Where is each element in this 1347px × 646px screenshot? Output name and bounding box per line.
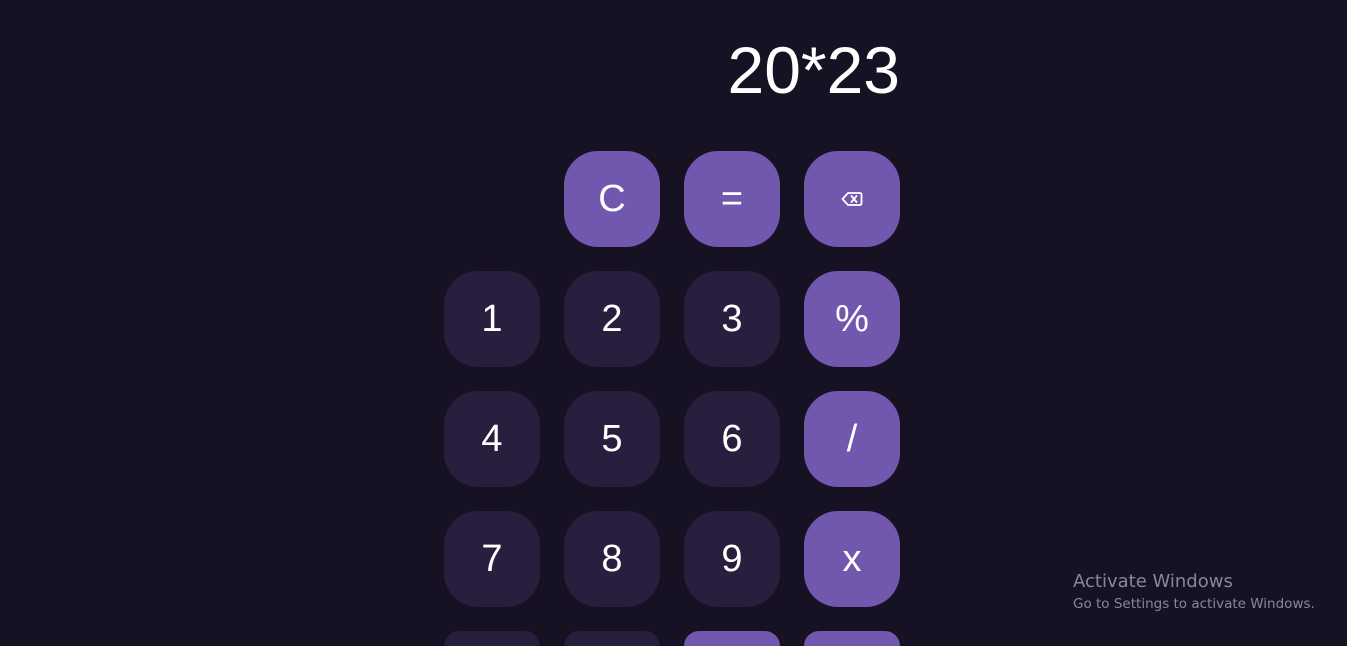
activate-windows-watermark: Activate Windows Go to Settings to activ… [1073, 570, 1315, 614]
watermark-subtitle: Go to Settings to activate Windows. [1073, 596, 1315, 612]
multiply-button[interactable]: x [804, 511, 900, 607]
digit-9-button[interactable]: 9 [684, 511, 780, 607]
row5-key-1[interactable] [444, 631, 540, 646]
digit-3-button[interactable]: 3 [684, 271, 780, 367]
backspace-icon [841, 191, 863, 207]
row5-key-4[interactable] [804, 631, 900, 646]
equals-button[interactable]: = [684, 151, 780, 247]
digit-2-button[interactable]: 2 [564, 271, 660, 367]
watermark-title: Activate Windows [1073, 571, 1233, 592]
digit-6-button[interactable]: 6 [684, 391, 780, 487]
digit-7-button[interactable]: 7 [444, 511, 540, 607]
digit-5-button[interactable]: 5 [564, 391, 660, 487]
digit-1-button[interactable]: 1 [444, 271, 540, 367]
digit-8-button[interactable]: 8 [564, 511, 660, 607]
digit-4-button[interactable]: 4 [444, 391, 540, 487]
row5-key-3[interactable] [684, 631, 780, 646]
clear-button[interactable]: C [564, 151, 660, 247]
backspace-button[interactable] [804, 151, 900, 247]
percent-button[interactable]: % [804, 271, 900, 367]
divide-button[interactable]: / [804, 391, 900, 487]
expression-display: 20*23 [727, 33, 900, 107]
row5-key-2[interactable] [564, 631, 660, 646]
